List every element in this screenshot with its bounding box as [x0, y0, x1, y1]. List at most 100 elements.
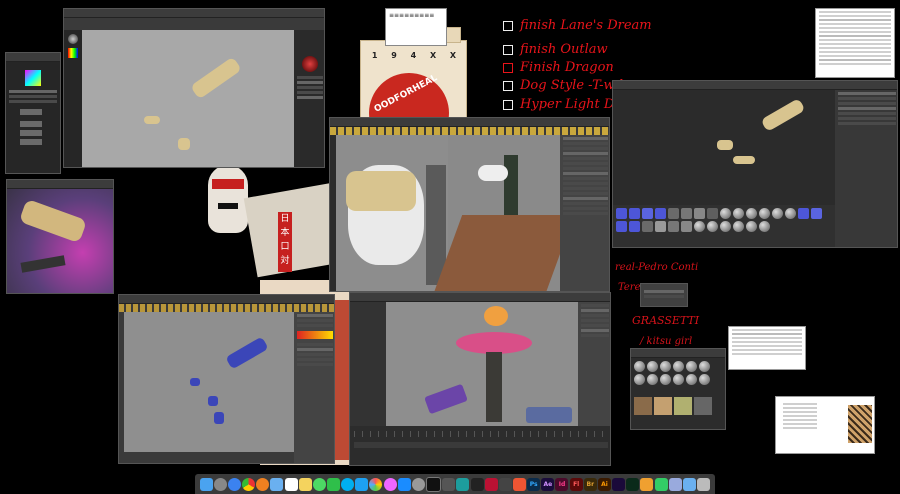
tool-button[interactable] [20, 121, 42, 127]
unity-icon[interactable] [470, 477, 484, 491]
reference-photo-window[interactable] [6, 179, 114, 294]
illustrator-icon[interactable]: Ai [597, 477, 611, 491]
texture-thumb[interactable] [674, 397, 692, 415]
window-titlebar[interactable] [64, 9, 324, 18]
image-info-window[interactable] [775, 396, 875, 454]
zbrush-window[interactable] [63, 8, 325, 168]
maya-right-sidebar[interactable] [835, 90, 897, 247]
maya-outliner[interactable] [578, 302, 610, 426]
color-picker-icon[interactable] [68, 48, 78, 58]
hair-bun [484, 306, 508, 326]
marmoset-icon[interactable] [498, 477, 512, 491]
spreadsheet-mid-right[interactable] [728, 326, 806, 370]
dragon-skull-model [190, 56, 242, 100]
zbrush-canvas[interactable] [82, 30, 294, 167]
spreadsheet-top-right[interactable] [815, 8, 895, 78]
maya-right-window[interactable] [612, 80, 898, 248]
preferences-icon[interactable] [411, 477, 425, 491]
keyshot-icon[interactable] [513, 477, 527, 491]
zbrush-tool-palette[interactable] [5, 52, 61, 174]
teeth-model [178, 138, 190, 150]
maya-icon[interactable] [456, 477, 470, 491]
zbrush-icon[interactable] [442, 477, 456, 491]
range-slider[interactable] [354, 442, 608, 448]
pages-icon[interactable] [640, 477, 654, 491]
zbrush-left-shelf[interactable] [64, 30, 82, 167]
small-dialog[interactable] [640, 283, 688, 307]
dock[interactable]: Ps Ae Id Fl Br Ai [195, 474, 715, 494]
window-titlebar[interactable] [6, 53, 60, 62]
photoshop-icon[interactable]: Ps [527, 477, 541, 491]
tool-handle [20, 255, 66, 273]
maya-viewport-right[interactable] [433, 135, 575, 291]
window-titlebar[interactable] [119, 295, 334, 304]
maya-center-window[interactable] [329, 117, 610, 292]
mail-icon[interactable] [270, 477, 284, 491]
calendar-icon[interactable] [284, 477, 298, 491]
maya-shelf[interactable] [330, 127, 609, 135]
texture-thumb[interactable] [634, 397, 652, 415]
maya-viewport-left[interactable] [336, 135, 448, 291]
maya-right-viewport[interactable] [613, 90, 835, 205]
window-titlebar[interactable] [7, 180, 113, 189]
maya-timeline[interactable] [350, 426, 610, 465]
zbrush-right-palette[interactable] [294, 30, 324, 167]
tool-button[interactable] [20, 130, 42, 136]
finder-icon[interactable] [199, 477, 213, 491]
flash-icon[interactable]: Fl [569, 477, 583, 491]
material-sphere-icon[interactable] [302, 56, 318, 72]
premiere-icon[interactable] [612, 477, 626, 491]
samurai-mask [208, 165, 248, 233]
pink-hat [456, 332, 532, 354]
maya-shelf[interactable] [119, 304, 334, 312]
checkbox-icon [503, 99, 513, 110]
bridge-icon[interactable]: Br [583, 477, 597, 491]
hypershade-swatches[interactable] [613, 205, 835, 247]
maya-render-viewport[interactable] [386, 302, 578, 426]
trash-icon[interactable] [697, 477, 711, 491]
photos-icon[interactable] [369, 477, 383, 491]
firefox-icon[interactable] [256, 477, 270, 491]
brush-icon[interactable] [68, 34, 78, 44]
maya-bottom-center-window[interactable] [349, 292, 611, 466]
appstore-icon[interactable] [397, 477, 411, 491]
bone-skull-model [346, 171, 416, 211]
chrome-icon[interactable] [242, 477, 256, 491]
maya-bottom-left-window[interactable] [118, 294, 335, 464]
wooden-floor [433, 215, 575, 291]
zbrush-toolbar[interactable] [64, 18, 324, 30]
window-titlebar[interactable] [631, 349, 725, 358]
window-titlebar[interactable] [613, 81, 897, 90]
texture-browser-window[interactable] [630, 348, 726, 430]
itunes-icon[interactable] [383, 477, 397, 491]
maya-attribute-panel[interactable] [294, 312, 334, 463]
maya-blue-viewport[interactable] [124, 312, 294, 452]
facetime-icon[interactable] [326, 477, 340, 491]
timeline-ticks[interactable] [354, 431, 608, 437]
window-titlebar[interactable] [330, 118, 609, 127]
window-titlebar[interactable] [350, 293, 610, 302]
maya-attribute-editor[interactable] [560, 135, 609, 291]
twitter-icon[interactable] [355, 477, 369, 491]
terminal-icon[interactable] [426, 476, 442, 492]
launchpad-icon[interactable] [213, 477, 227, 491]
aftereffects-icon[interactable]: Ae [541, 477, 555, 491]
color-ramp[interactable] [297, 331, 333, 339]
checkbox-icon [503, 20, 513, 31]
skype-icon[interactable] [341, 477, 355, 491]
indesign-icon[interactable]: Id [555, 477, 569, 491]
dreamweaver-icon[interactable] [626, 477, 640, 491]
numbers-icon[interactable] [654, 477, 668, 491]
texture-thumb[interactable] [654, 397, 672, 415]
preview-icon[interactable] [668, 477, 682, 491]
substance-icon[interactable] [484, 477, 498, 491]
texture-thumb[interactable] [694, 397, 712, 415]
color-swatch-icon[interactable] [25, 70, 41, 86]
folder-icon[interactable] [682, 477, 696, 491]
tool-button[interactable] [20, 139, 42, 145]
tool-button[interactable] [20, 109, 42, 115]
notes-icon[interactable] [298, 477, 312, 491]
scrawl-text: real-Pedro Conti [615, 262, 699, 273]
safari-icon[interactable] [227, 477, 241, 491]
messages-icon[interactable] [312, 477, 326, 491]
